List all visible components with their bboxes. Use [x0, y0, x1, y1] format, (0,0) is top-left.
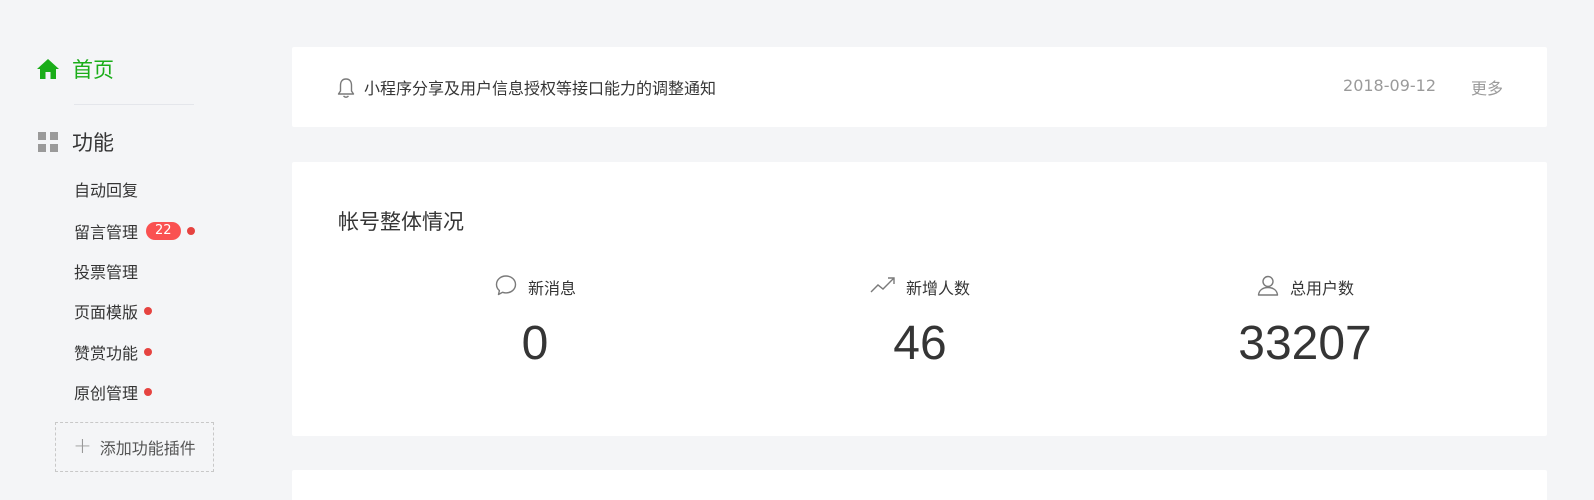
- sidebar-item-label: 首页: [72, 58, 114, 82]
- trend-up-icon: [870, 275, 896, 299]
- stat-value: 33207: [1238, 317, 1372, 370]
- stat-value: 0: [521, 317, 549, 370]
- user-icon: [1256, 273, 1280, 301]
- sidebar-section-features: 功能: [38, 127, 114, 157]
- home-icon: [36, 58, 60, 80]
- grid-icon: [38, 132, 58, 152]
- notice-title-link[interactable]: 小程序分享及用户信息授权等接口能力的调整通知: [364, 75, 716, 99]
- red-dot-indicator: [144, 348, 153, 356]
- add-plugin-button[interactable]: + 添加功能插件: [55, 422, 214, 472]
- sidebar-section-label: 功能: [72, 131, 114, 155]
- sidebar-item-label: 自动回复: [74, 181, 139, 200]
- sidebar-item-auto-reply[interactable]: 自动回复: [74, 177, 138, 201]
- stat-total-users[interactable]: 总用户数 33207: [1155, 274, 1455, 371]
- stat-new-messages[interactable]: 新消息 0: [385, 274, 685, 371]
- plus-icon: +: [73, 434, 92, 459]
- sidebar: 首页 功能 自动回复 留言管理 22 投票管理 页面模版 赞赏功能 原创管理 +…: [0, 0, 230, 500]
- stat-label: 总用户数: [1289, 279, 1354, 298]
- content-card: [292, 470, 1547, 500]
- stat-label: 新增人数: [905, 279, 970, 298]
- sidebar-item-home[interactable]: 首页: [36, 54, 114, 84]
- add-plugin-label: 添加功能插件: [99, 439, 196, 458]
- sidebar-item-rewards[interactable]: 赞赏功能: [74, 340, 153, 364]
- notice-date: 2018-09-12: [1343, 76, 1436, 95]
- sidebar-item-label: 赞赏功能: [74, 344, 139, 363]
- account-overview-card: 帐号整体情况 新消息 0 新增人数 46 总用户数 33207: [292, 162, 1547, 436]
- red-dot-indicator: [144, 307, 153, 315]
- sidebar-item-label: 留言管理: [74, 223, 139, 242]
- sidebar-item-label: 页面模版: [74, 303, 139, 322]
- bell-icon: [337, 77, 355, 103]
- sidebar-item-original[interactable]: 原创管理: [74, 380, 153, 404]
- section-title: 帐号整体情况: [338, 210, 464, 234]
- stat-value: 46: [893, 317, 947, 370]
- count-badge: 22: [146, 222, 181, 240]
- red-dot-indicator: [186, 227, 195, 235]
- sidebar-item-votes[interactable]: 投票管理: [74, 259, 138, 283]
- stat-new-followers[interactable]: 新增人数 46: [770, 274, 1070, 371]
- divider: [74, 104, 194, 105]
- sidebar-item-label: 原创管理: [74, 384, 139, 403]
- sidebar-item-page-templates[interactable]: 页面模版: [74, 299, 153, 323]
- message-icon: [494, 273, 518, 301]
- notice-card: 小程序分享及用户信息授权等接口能力的调整通知 2018-09-12 更多: [292, 47, 1547, 127]
- stat-label: 新消息: [527, 279, 576, 298]
- sidebar-item-label: 投票管理: [74, 263, 139, 282]
- more-link[interactable]: 更多: [1471, 75, 1503, 99]
- sidebar-item-comments[interactable]: 留言管理 22: [74, 219, 195, 243]
- red-dot-indicator: [144, 388, 153, 396]
